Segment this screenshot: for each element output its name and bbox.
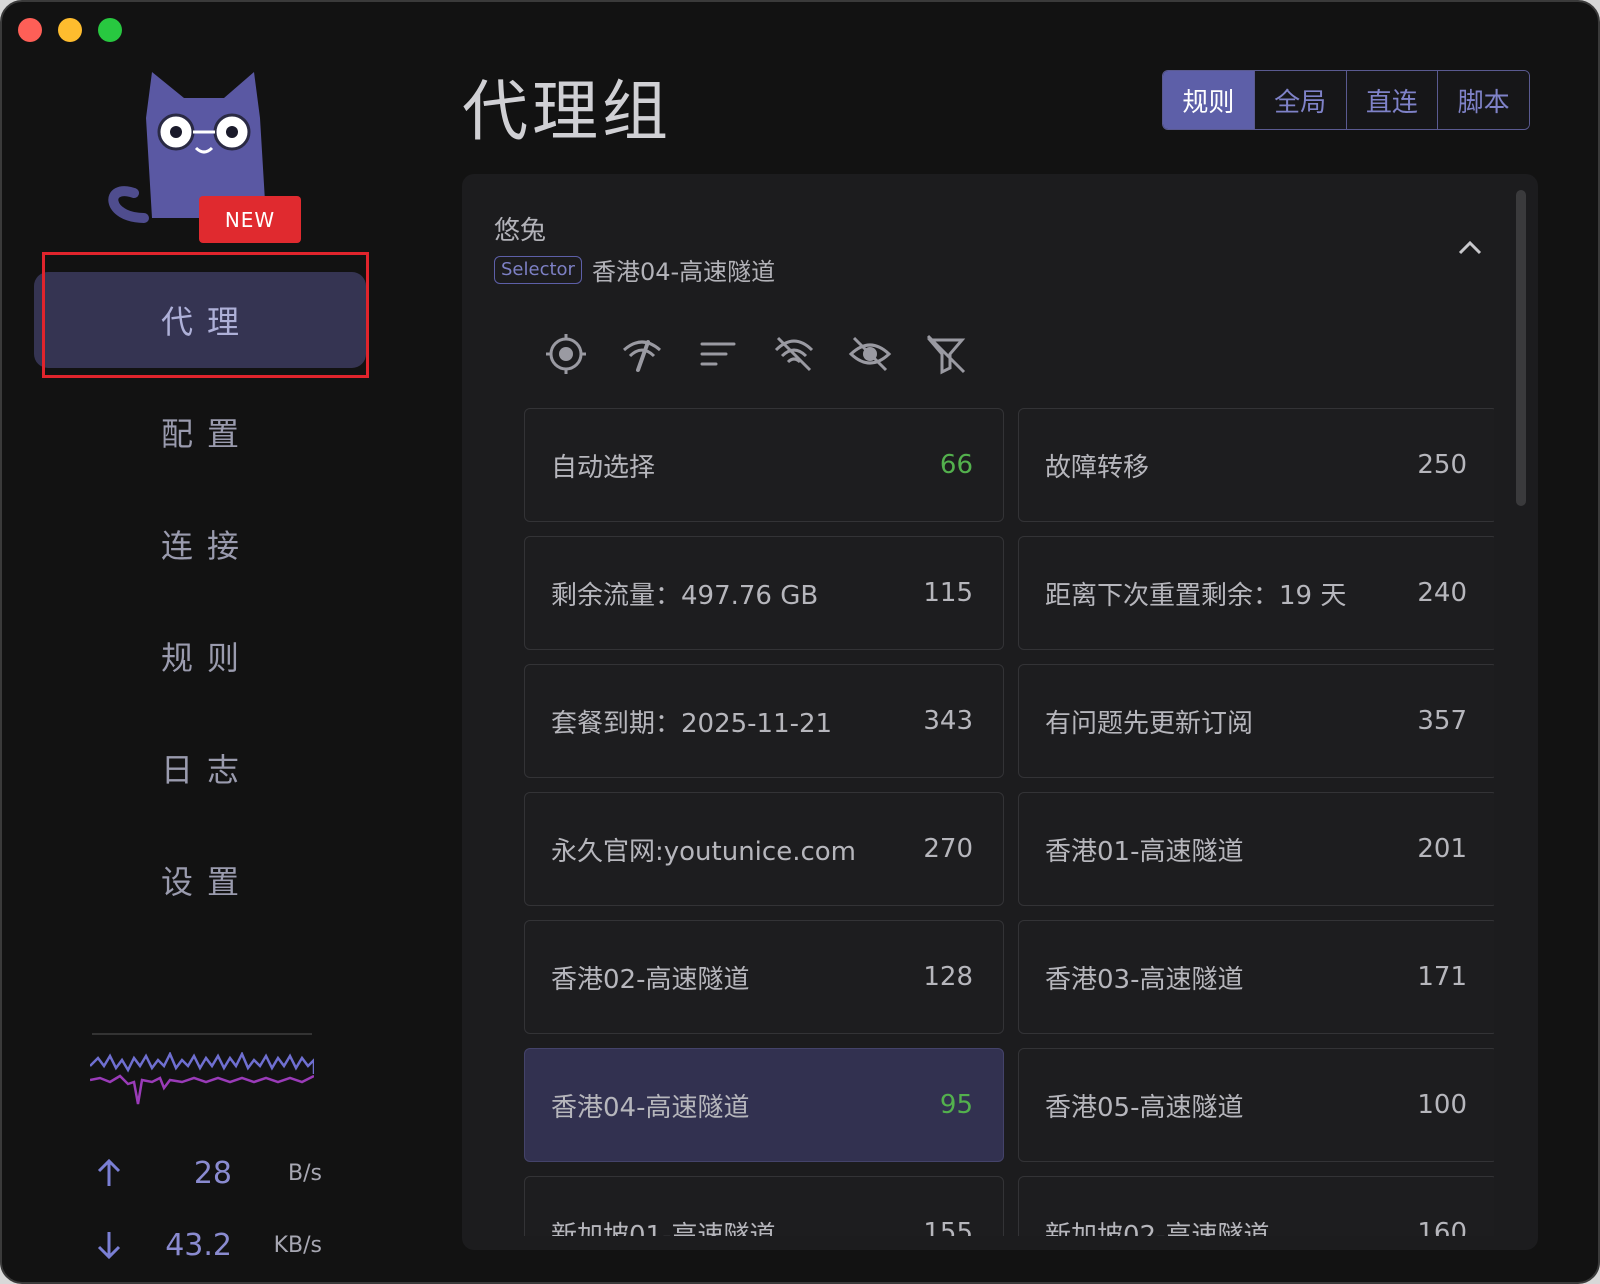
proxy-group-panel: 悠兔 Selector 香港04-高速隧道 自动选择 66 故障转移 250 剩… <box>462 174 1538 1250</box>
proxy-delay: 128 <box>923 962 973 992</box>
proxy-name: 有问题先更新订阅 <box>1045 708 1254 739</box>
proxy-delay: 66 <box>939 450 973 480</box>
proxy-delay: 270 <box>923 834 973 864</box>
sidebar-item-proxies[interactable]: 代理 <box>34 272 366 368</box>
mode-tab-direct[interactable]: 直连 <box>1346 71 1439 129</box>
proxy-delay: 155 <box>923 1218 973 1236</box>
download-speed: 43.2 KB/s <box>92 1220 322 1270</box>
arrow-down-icon <box>97 1232 121 1260</box>
proxy-card-failover[interactable]: 故障转移 250 <box>1018 408 1494 522</box>
proxy-name: 距离下次重置剩余：19 天 <box>1045 580 1347 611</box>
sidebar-item-rules[interactable]: 规则 <box>34 608 366 704</box>
proxy-card[interactable]: 香港03-高速隧道 171 <box>1018 920 1494 1034</box>
proxy-delay: 343 <box>923 706 973 736</box>
download-speed-value: 43.2 <box>165 1227 232 1263</box>
proxy-card[interactable]: 距离下次重置剩余：19 天 240 <box>1018 536 1494 650</box>
proxy-delay: 357 <box>1417 706 1467 736</box>
app-window: NEW 代理 配置 连接 规则 日志 设置 28 B/s 43.2 KB/s 代… <box>0 0 1600 1284</box>
hide-unavailable-icon[interactable] <box>772 332 816 376</box>
traffic-graph <box>90 1052 314 1105</box>
chevron-up-icon[interactable] <box>1456 234 1484 262</box>
proxy-delay: 115 <box>923 578 973 608</box>
proxy-name: 香港03-高速隧道 <box>1045 964 1244 995</box>
proxy-card[interactable]: 有问题先更新订阅 357 <box>1018 664 1494 778</box>
panel-scrollbar[interactable] <box>1516 190 1526 506</box>
proxy-name: 套餐到期：2025-11-21 <box>551 708 833 739</box>
proxy-card[interactable]: 香港01-高速隧道 201 <box>1018 792 1494 906</box>
page-title: 代理组 <box>462 73 672 150</box>
proxy-card[interactable]: 永久官网:youtunice.com 270 <box>524 792 1004 906</box>
proxy-name: 香港05-高速隧道 <box>1045 1092 1244 1123</box>
sort-icon[interactable] <box>696 332 740 376</box>
proxy-name: 香港04-高速隧道 <box>551 1092 750 1123</box>
proxy-delay: 201 <box>1417 834 1467 864</box>
sidebar-item-settings[interactable]: 设置 <box>34 832 366 928</box>
group-type-tag: Selector <box>494 255 582 284</box>
group-toolbar <box>544 332 968 376</box>
filter-off-icon[interactable] <box>924 332 968 376</box>
mode-tab-rule[interactable]: 规则 <box>1163 71 1255 129</box>
mode-switch: 规则 全局 直连 脚本 <box>1162 70 1530 130</box>
proxy-name: 永久官网:youtunice.com <box>551 836 856 867</box>
proxy-name: 香港01-高速隧道 <box>1045 836 1244 867</box>
proxy-delay: 95 <box>939 1090 973 1120</box>
sidebar-item-connections[interactable]: 连接 <box>34 496 366 592</box>
proxy-delay: 240 <box>1417 578 1467 608</box>
proxy-name: 自动选择 <box>551 452 656 483</box>
proxy-card[interactable]: 套餐到期：2025-11-21 343 <box>524 664 1004 778</box>
proxy-card[interactable]: 剩余流量：497.76 GB 115 <box>524 536 1004 650</box>
proxy-card[interactable]: 香港02-高速隧道 128 <box>524 920 1004 1034</box>
hide-icon[interactable] <box>848 332 892 376</box>
proxy-list: 自动选择 66 故障转移 250 剩余流量：497.76 GB 115 距离下次… <box>524 408 1494 1236</box>
group-current-proxy: 香港04-高速隧道 <box>591 258 776 286</box>
proxy-card[interactable]: 新加坡01-高速隧道 155 <box>524 1176 1004 1236</box>
proxy-delay: 160 <box>1417 1218 1467 1236</box>
latency-test-icon[interactable] <box>620 332 664 376</box>
proxy-name: 故障转移 <box>1045 452 1150 483</box>
sidebar-item-logs[interactable]: 日志 <box>34 720 366 816</box>
new-badge: NEW <box>199 196 301 243</box>
mode-tab-script[interactable]: 脚本 <box>1438 71 1529 129</box>
sidebar-nav: 代理 配置 连接 规则 日志 设置 <box>34 272 366 944</box>
upload-speed-unit: B/s <box>288 1160 322 1186</box>
arrow-up-icon <box>97 1158 121 1186</box>
proxy-card-selected[interactable]: 香港04-高速隧道 95 <box>524 1048 1004 1162</box>
sidebar-item-profiles[interactable]: 配置 <box>34 384 366 480</box>
upload-speed: 28 B/s <box>92 1148 322 1198</box>
proxy-card[interactable]: 香港05-高速隧道 100 <box>1018 1048 1494 1162</box>
group-summary: Selector 香港04-高速隧道 <box>494 252 775 287</box>
sidebar-divider <box>92 1033 312 1035</box>
proxy-delay: 250 <box>1417 450 1467 480</box>
proxy-delay: 171 <box>1417 962 1467 992</box>
locate-icon[interactable] <box>544 332 588 376</box>
proxy-delay: 100 <box>1417 1090 1467 1120</box>
proxy-card-auto-select[interactable]: 自动选择 66 <box>524 408 1004 522</box>
upload-speed-value: 28 <box>193 1155 232 1191</box>
download-speed-unit: KB/s <box>273 1232 322 1258</box>
proxy-name: 新加坡01-高速隧道 <box>551 1220 776 1237</box>
proxy-name: 新加坡02-高速隧道 <box>1045 1220 1270 1237</box>
mode-tab-global[interactable]: 全局 <box>1254 71 1347 129</box>
sidebar: NEW 代理 配置 连接 规则 日志 设置 28 B/s 43.2 KB/s <box>2 2 412 1282</box>
proxy-name: 香港02-高速隧道 <box>551 964 750 995</box>
proxy-card[interactable]: 新加坡02-高速隧道 160 <box>1018 1176 1494 1236</box>
proxy-name: 剩余流量：497.76 GB <box>551 580 819 611</box>
group-name: 悠兔 <box>494 216 547 246</box>
